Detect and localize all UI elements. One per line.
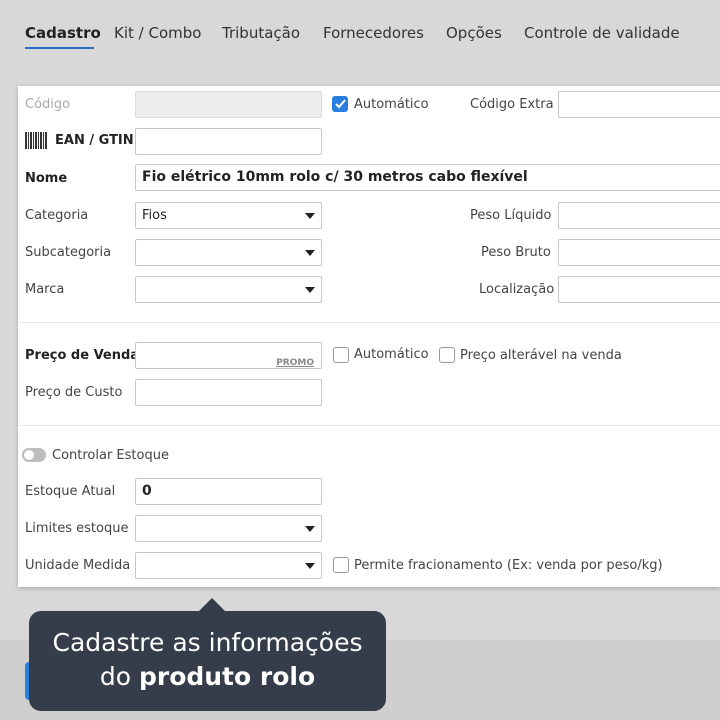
categoria-select[interactable]: Fios (135, 202, 322, 229)
codigo-extra-input[interactable] (558, 91, 720, 118)
preco-venda-input[interactable]: PROMO (135, 342, 322, 369)
preco-custo-input[interactable] (135, 379, 322, 406)
codigo-input[interactable] (135, 91, 322, 118)
barcode-icon (25, 132, 47, 149)
tab-opcoes[interactable]: Opções (446, 24, 502, 42)
permite-fracionamento-checkbox[interactable] (333, 557, 349, 573)
preco-alteravel-checkbox[interactable] (439, 347, 455, 363)
preco-automatico-label: Automático (354, 347, 429, 362)
localizacao-input[interactable] (558, 276, 720, 303)
tab-cadastro[interactable]: Cadastro (25, 24, 101, 42)
unidade-medida-label: Unidade Medida (25, 558, 131, 573)
peso-liquido-label: Peso Líquido (470, 208, 552, 223)
tab-tributacao[interactable]: Tributação (222, 24, 300, 42)
preco-automatico-checkbox[interactable] (333, 347, 349, 363)
chevron-down-icon (305, 250, 315, 256)
check-icon (335, 99, 346, 109)
chevron-down-icon (305, 563, 315, 569)
marca-select[interactable] (135, 276, 322, 303)
tab-controle-validade[interactable]: Controle de validade (524, 24, 680, 42)
controlar-estoque-label: Controlar Estoque (52, 448, 169, 463)
promo-link[interactable]: PROMO (276, 351, 314, 368)
subcategoria-label: Subcategoria (25, 245, 112, 260)
preco-venda-label: Preço de Venda (25, 348, 140, 363)
estoque-atual-label: Estoque Atual (25, 484, 116, 499)
product-form-panel: Código Automático Código Extra EAN / GTI… (18, 86, 720, 587)
unidade-medida-select[interactable] (135, 552, 322, 579)
localizacao-label: Localização (479, 282, 555, 297)
toggle-knob (24, 450, 34, 460)
tooltip-line-2: do produto rolo (29, 660, 386, 694)
tooltip-line-2-prefix: do (99, 662, 139, 691)
chevron-down-icon (305, 526, 315, 532)
section-divider (18, 322, 720, 323)
categoria-label: Categoria (25, 208, 89, 223)
section-divider (18, 425, 720, 426)
permite-fracionamento-label: Permite fracionamento (Ex: venda por pes… (354, 558, 663, 573)
limites-estoque-label: Limites estoque (25, 521, 129, 536)
instruction-tooltip: Cadastre as informações do produto rolo (29, 611, 386, 711)
peso-bruto-input[interactable] (558, 239, 720, 266)
codigo-label: Código (25, 97, 71, 112)
active-tab-indicator (25, 47, 94, 49)
codigo-automatico-checkbox[interactable] (332, 96, 348, 112)
ean-gtin-input[interactable] (135, 128, 322, 155)
tab-bar: Cadastro Kit / Combo Tributação Forneced… (0, 0, 720, 60)
tooltip-line-1: Cadastre as informações (52, 628, 363, 657)
chevron-down-icon (305, 213, 315, 219)
limites-estoque-select[interactable] (135, 515, 322, 542)
tooltip-line-2-bold: produto rolo (138, 662, 316, 691)
estoque-atual-input[interactable]: 0 (135, 478, 322, 505)
codigo-extra-label: Código Extra (470, 97, 554, 112)
nome-label: Nome (25, 171, 68, 186)
nome-input[interactable]: Fio elétrico 10mm rolo c/ 30 metros cabo… (135, 164, 720, 191)
codigo-automatico-label: Automático (354, 97, 429, 112)
ean-gtin-label: EAN / GTIN (55, 133, 134, 148)
controlar-estoque-toggle[interactable] (22, 448, 46, 462)
tab-kit-combo[interactable]: Kit / Combo (114, 24, 201, 42)
categoria-selected-value: Fios (142, 208, 167, 223)
peso-liquido-input[interactable] (558, 202, 720, 229)
preco-custo-label: Preço de Custo (25, 385, 123, 400)
tab-fornecedores[interactable]: Fornecedores (323, 24, 424, 42)
preco-alteravel-label: Preço alterável na venda (460, 348, 622, 363)
tooltip-arrow (198, 598, 226, 612)
chevron-down-icon (305, 287, 315, 293)
peso-bruto-label: Peso Bruto (481, 245, 551, 260)
subcategoria-select[interactable] (135, 239, 322, 266)
marca-label: Marca (25, 282, 65, 297)
